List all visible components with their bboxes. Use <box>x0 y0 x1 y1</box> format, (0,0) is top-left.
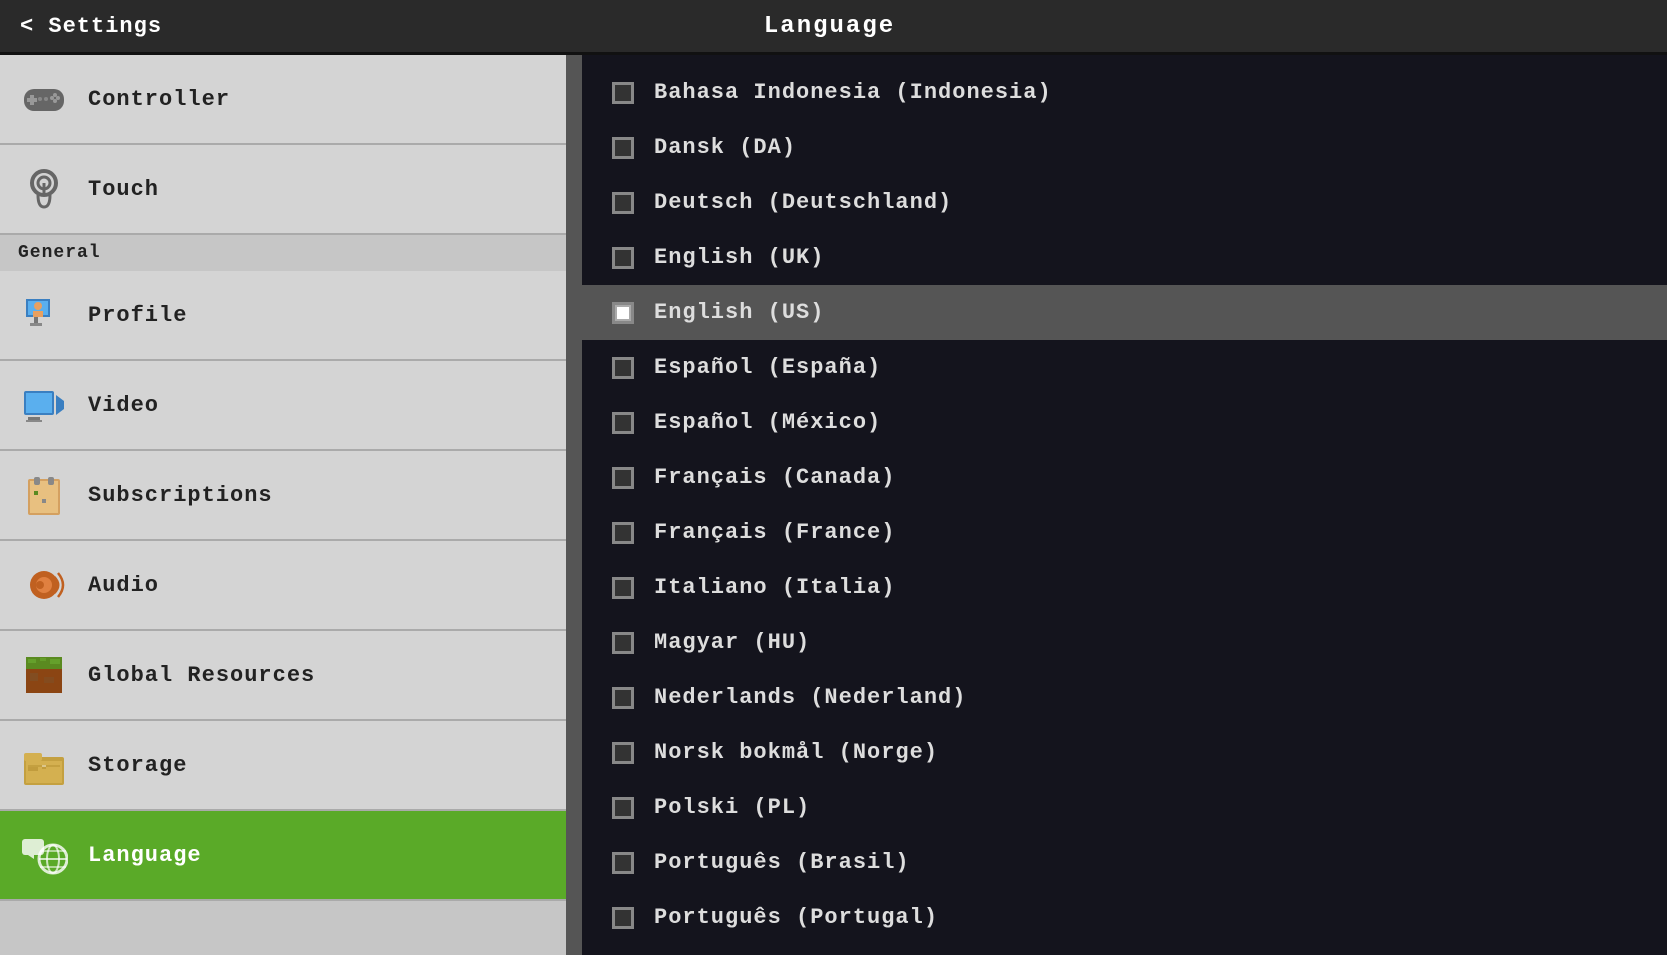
language-label-espanol-espana: Español (España) <box>654 355 881 380</box>
language-label-nederlands: Nederlands (Nederland) <box>654 685 966 710</box>
language-label-francais-france: Français (France) <box>654 520 895 545</box>
language-label-english-us: English (US) <box>654 300 824 325</box>
profile-icon <box>18 289 70 341</box>
language-label-deutsch: Deutsch (Deutschland) <box>654 190 952 215</box>
language-checkbox-english-uk <box>612 247 634 269</box>
back-button[interactable]: < Settings <box>20 14 162 39</box>
storage-icon <box>18 739 70 791</box>
language-label-polski: Polski (PL) <box>654 795 810 820</box>
language-item-italiano[interactable]: Italiano (Italia) <box>582 560 1667 615</box>
audio-icon <box>18 559 70 611</box>
language-label-norsk-bokmal: Norsk bokmål (Norge) <box>654 740 938 765</box>
language-label-bahasa-indonesia: Bahasa Indonesia (Indonesia) <box>654 80 1052 105</box>
language-checkbox-espanol-espana <box>612 357 634 379</box>
sidebar-item-language-label: Language <box>88 843 202 868</box>
sidebar-item-subscriptions-label: Subscriptions <box>88 483 273 508</box>
language-label-francais-canada: Français (Canada) <box>654 465 895 490</box>
language-checkbox-dansk <box>612 137 634 159</box>
sidebar-item-controller-label: Controller <box>88 87 230 112</box>
language-checkbox-norsk-bokmal <box>612 742 634 764</box>
sidebar-item-controller[interactable]: Controller <box>0 55 566 145</box>
language-checkbox-portugues-portugal <box>612 907 634 929</box>
language-label-italiano: Italiano (Italia) <box>654 575 895 600</box>
language-checkbox-magyar <box>612 632 634 654</box>
language-item-portugues-brasil[interactable]: Português (Brasil) <box>582 835 1667 890</box>
language-label-english-uk: English (UK) <box>654 245 824 270</box>
language-checkbox-francais-france <box>612 522 634 544</box>
back-label: < Settings <box>20 14 162 39</box>
sidebar-item-touch[interactable]: Touch <box>0 145 566 235</box>
language-checkbox-polski <box>612 797 634 819</box>
section-header-general: General <box>0 235 566 271</box>
sidebar-item-audio[interactable]: Audio <box>0 541 566 631</box>
sidebar-item-language[interactable]: Language <box>0 811 566 901</box>
main-content: Controller Touch General <box>0 55 1667 955</box>
language-item-dansk[interactable]: Dansk (DA) <box>582 120 1667 175</box>
language-label-portugues-brasil: Português (Brasil) <box>654 850 910 875</box>
language-checkbox-espanol-mexico <box>612 412 634 434</box>
language-label-portugues-portugal: Português (Portugal) <box>654 905 938 930</box>
language-item-english-uk[interactable]: English (UK) <box>582 230 1667 285</box>
touch-icon <box>18 163 70 215</box>
sidebar-item-global-resources[interactable]: Global Resources <box>0 631 566 721</box>
language-item-espanol-mexico[interactable]: Español (México) <box>582 395 1667 450</box>
sidebar-item-profile-label: Profile <box>88 303 187 328</box>
sidebar-item-subscriptions[interactable]: Subscriptions <box>0 451 566 541</box>
global-resources-icon <box>18 649 70 701</box>
sidebar-scrollbar[interactable] <box>570 55 582 955</box>
language-item-espanol-espana[interactable]: Español (España) <box>582 340 1667 395</box>
language-item-magyar[interactable]: Magyar (HU) <box>582 615 1667 670</box>
language-checkbox-nederlands <box>612 687 634 709</box>
sidebar-item-storage-label: Storage <box>88 753 187 778</box>
language-item-polski[interactable]: Polski (PL) <box>582 780 1667 835</box>
language-icon <box>18 829 70 881</box>
language-checkbox-deutsch <box>612 192 634 214</box>
sidebar-item-video-label: Video <box>88 393 159 418</box>
subscriptions-icon <box>18 469 70 521</box>
language-checkbox-english-us <box>612 302 634 324</box>
sidebar-item-profile[interactable]: Profile <box>0 271 566 361</box>
controller-icon <box>18 73 70 125</box>
language-item-nederlands[interactable]: Nederlands (Nederland) <box>582 670 1667 725</box>
sidebar-item-global-resources-label: Global Resources <box>88 663 315 688</box>
language-item-deutsch[interactable]: Deutsch (Deutschland) <box>582 175 1667 230</box>
language-panel: Bahasa Indonesia (Indonesia) Dansk (DA) De… <box>582 55 1667 955</box>
language-checkbox-italiano <box>612 577 634 599</box>
video-icon <box>18 379 70 431</box>
language-checkbox-bahasa-indonesia <box>612 82 634 104</box>
language-item-slovensky[interactable]: Slovensky (SK) <box>582 945 1667 955</box>
language-item-portugues-portugal[interactable]: Português (Portugal) <box>582 890 1667 945</box>
language-item-english-us[interactable]: English (US) <box>582 285 1667 340</box>
language-item-bahasa-indonesia[interactable]: Bahasa Indonesia (Indonesia) <box>582 65 1667 120</box>
sidebar-item-storage[interactable]: Storage <box>0 721 566 811</box>
language-item-francais-canada[interactable]: Français (Canada) <box>582 450 1667 505</box>
header: < Settings Language <box>0 0 1667 55</box>
language-item-norsk-bokmal[interactable]: Norsk bokmål (Norge) <box>582 725 1667 780</box>
language-label-magyar: Magyar (HU) <box>654 630 810 655</box>
page-title: Language <box>162 13 1497 40</box>
language-checkbox-francais-canada <box>612 467 634 489</box>
language-checkbox-portugues-brasil <box>612 852 634 874</box>
sidebar-item-video[interactable]: Video <box>0 361 566 451</box>
language-label-dansk: Dansk (DA) <box>654 135 796 160</box>
sidebar-item-audio-label: Audio <box>88 573 159 598</box>
language-label-espanol-mexico: Español (México) <box>654 410 881 435</box>
sidebar: Controller Touch General <box>0 55 570 955</box>
sidebar-item-touch-label: Touch <box>88 177 159 202</box>
language-item-francais-france[interactable]: Français (France) <box>582 505 1667 560</box>
